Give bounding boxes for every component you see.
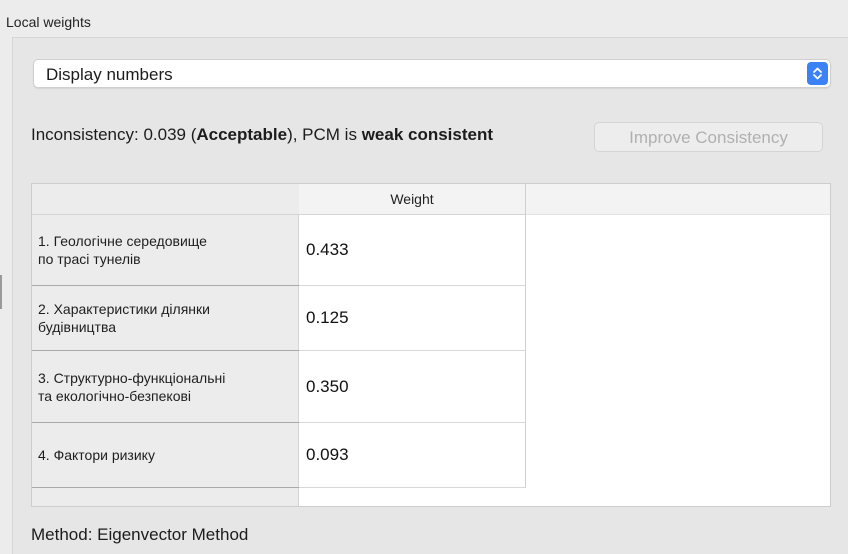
panel-title: Local weights: [6, 14, 91, 30]
row-header[interactable]: 3. Структурно-функціональні та екологічн…: [32, 351, 299, 423]
resize-handle[interactable]: [0, 275, 2, 309]
row-label: 3. Структурно-функціональні та екологічн…: [38, 369, 226, 404]
improve-consistency-button[interactable]: Improve Consistency: [594, 122, 823, 152]
updown-chevron-icon[interactable]: [807, 62, 828, 85]
weight-value: 0.433: [306, 240, 349, 259]
row-label: 1. Геологічне середовище по трасі тунелі…: [38, 233, 207, 267]
consistency-level: weak consistent: [361, 125, 494, 144]
weight-cell[interactable]: 0.125: [299, 286, 526, 351]
column-header-filler: [526, 184, 830, 215]
row-label: 4. Фактори ризику: [38, 447, 155, 463]
weight-value: 0.125: [306, 308, 349, 327]
inconsistency-middle: ), PCM is: [287, 125, 362, 144]
consistency-status: Acceptable: [196, 125, 288, 144]
weights-table: Weight 1. Геологічне середовище по трасі…: [31, 183, 831, 507]
method-label: Method: Eigenvector Method: [31, 525, 249, 544]
weight-value: 0.093: [306, 445, 349, 464]
display-mode-value: Display numbers: [46, 65, 173, 84]
column-header-weight[interactable]: Weight: [299, 184, 526, 215]
weight-cell[interactable]: 0.433: [299, 215, 526, 286]
row-header[interactable]: 4. Фактори ризику: [32, 423, 299, 488]
inconsistency-text: Inconsistency: 0.039 (Acceptable), PCM i…: [31, 125, 493, 145]
row-header[interactable]: 2. Характеристики ділянки будівництва: [32, 286, 299, 351]
table-corner: [32, 184, 299, 215]
weight-cell[interactable]: 0.350: [299, 351, 526, 423]
inconsistency-prefix: Inconsistency: 0.039 (: [31, 125, 197, 144]
weight-value: 0.350: [306, 376, 349, 396]
row-header[interactable]: 1. Геологічне середовище по трасі тунелі…: [32, 215, 299, 286]
weight-cell[interactable]: 0.093: [299, 423, 526, 488]
display-mode-select[interactable]: Display numbers: [33, 59, 831, 88]
row-label: 2. Характеристики ділянки будівництва: [38, 301, 210, 335]
